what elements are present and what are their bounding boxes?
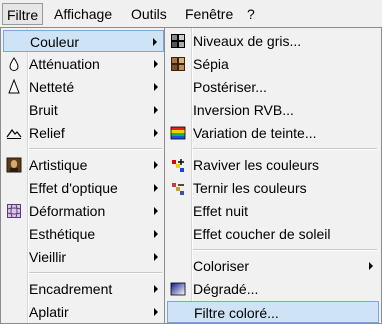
menu-bar: Filtre Affichage Outils Fenêtre ? xyxy=(0,0,382,29)
submenu-arrow-icon xyxy=(154,129,158,137)
menu-item-label: Aplatir xyxy=(29,304,69,320)
menu-item-raviver[interactable]: Raviver les couleurs xyxy=(167,154,379,176)
submenu-arrow-icon xyxy=(153,38,157,46)
menu-item-coucher-soleil[interactable]: Effet coucher de soleil xyxy=(167,223,379,245)
color-submenu: Niveaux de gris... Sépia Postériser... I… xyxy=(164,27,382,324)
submenu-arrow-icon xyxy=(154,106,158,114)
menu-item-label: Inversion RVB... xyxy=(193,102,294,118)
filter-menu: Couleur Atténuation Netteté Bruit Relief xyxy=(0,27,167,324)
dull-icon xyxy=(172,183,184,195)
menu-item-attenuation[interactable]: Atténuation xyxy=(3,53,164,75)
menu-item-label: Encadrement xyxy=(29,281,113,297)
menu-outils[interactable]: Outils xyxy=(127,3,171,25)
submenu-arrow-icon xyxy=(154,184,158,192)
menu-item-label: Coloriser xyxy=(193,258,250,274)
submenu-arrow-icon xyxy=(154,161,158,169)
menu-item-relief[interactable]: Relief xyxy=(3,122,164,144)
menu-item-label: Effet d'optique xyxy=(29,180,118,196)
hue-icon xyxy=(170,126,186,140)
grid-distort-icon xyxy=(7,204,21,218)
menu-filtre[interactable]: Filtre xyxy=(2,3,44,25)
menu-item-label: Relief xyxy=(29,125,65,141)
menu-separator xyxy=(193,148,377,150)
menu-item-filtre-colore[interactable]: Filtre coloré... xyxy=(167,301,379,323)
submenu-arrow-icon xyxy=(154,230,158,238)
menu-item-variation-teinte[interactable]: Variation de teinte... xyxy=(167,122,379,144)
menu-item-label: Effet nuit xyxy=(193,203,249,219)
menu-fenetre[interactable]: Fenêtre xyxy=(181,3,237,25)
menu-affichage[interactable]: Affichage xyxy=(50,3,116,25)
menu-item-label: Variation de teinte... xyxy=(193,125,317,141)
vivid-icon xyxy=(172,159,184,172)
menu-item-label: Dégradé... xyxy=(193,281,259,297)
menu-item-effet-optique[interactable]: Effet d'optique xyxy=(3,177,164,199)
menu-item-effet-nuit[interactable]: Effet nuit xyxy=(167,200,379,222)
menu-item-label: Postériser... xyxy=(193,79,267,95)
menu-item-couleur[interactable]: Couleur xyxy=(3,30,164,52)
menu-item-nettete[interactable]: Netteté xyxy=(3,76,164,98)
menu-item-inversion-rvb[interactable]: Inversion RVB... xyxy=(167,99,379,121)
sepia-icon xyxy=(171,57,185,71)
submenu-arrow-icon xyxy=(154,207,158,215)
menu-item-label: Atténuation xyxy=(29,56,100,72)
menu-separator xyxy=(193,249,377,251)
submenu-arrow-icon xyxy=(154,253,158,261)
menu-item-label: Filtre coloré... xyxy=(194,305,279,321)
menu-item-label: Esthétique xyxy=(29,226,96,242)
menu-item-label: Bruit xyxy=(29,102,58,118)
menu-item-posteriser[interactable]: Postériser... xyxy=(167,76,379,98)
menu-item-label: Couleur xyxy=(30,34,80,50)
portrait-icon xyxy=(6,157,22,173)
menu-item-label: Niveaux de gris... xyxy=(193,33,302,49)
submenu-arrow-icon xyxy=(369,262,373,270)
menu-item-sepia[interactable]: Sépia xyxy=(167,53,379,75)
menu-item-label: Effet coucher de soleil xyxy=(193,226,331,242)
drop-icon xyxy=(9,57,19,72)
menu-separator xyxy=(29,148,162,150)
menu-item-degrade[interactable]: Dégradé... xyxy=(167,278,379,300)
menu-item-coloriser[interactable]: Coloriser xyxy=(167,255,379,277)
menu-separator xyxy=(29,272,162,274)
menu-item-bruit[interactable]: Bruit xyxy=(3,99,164,121)
submenu-arrow-icon xyxy=(154,83,158,91)
menu-item-label: Ternir les couleurs xyxy=(193,180,307,196)
grayscale-icon xyxy=(171,34,185,48)
menu-item-label: Sépia xyxy=(193,56,229,72)
menu-item-label: Déformation xyxy=(29,203,106,219)
relief-icon xyxy=(6,128,22,139)
sharp-drop-icon xyxy=(8,79,20,94)
menu-item-label: Netteté xyxy=(29,79,75,95)
menu-item-artistique[interactable]: Artistique xyxy=(3,154,164,176)
menu-help[interactable]: ? xyxy=(243,3,259,25)
menu-item-niveaux-gris[interactable]: Niveaux de gris... xyxy=(167,30,379,52)
menu-item-encadrement[interactable]: Encadrement xyxy=(3,278,164,300)
menu-item-vieillir[interactable]: Vieillir xyxy=(3,246,164,268)
submenu-arrow-icon xyxy=(154,60,158,68)
submenu-arrow-icon xyxy=(154,285,158,293)
menu-item-label: Artistique xyxy=(29,157,88,173)
menu-item-esthetique[interactable]: Esthétique xyxy=(3,223,164,245)
menu-item-ternir[interactable]: Ternir les couleurs xyxy=(167,177,379,199)
gradient-icon xyxy=(170,282,186,296)
menu-item-deformation[interactable]: Déformation xyxy=(3,200,164,222)
menu-item-label: Raviver les couleurs xyxy=(193,157,320,173)
menu-item-label: Vieillir xyxy=(29,249,67,265)
submenu-arrow-icon xyxy=(154,308,158,316)
menu-item-aplatir[interactable]: Aplatir xyxy=(3,301,164,323)
